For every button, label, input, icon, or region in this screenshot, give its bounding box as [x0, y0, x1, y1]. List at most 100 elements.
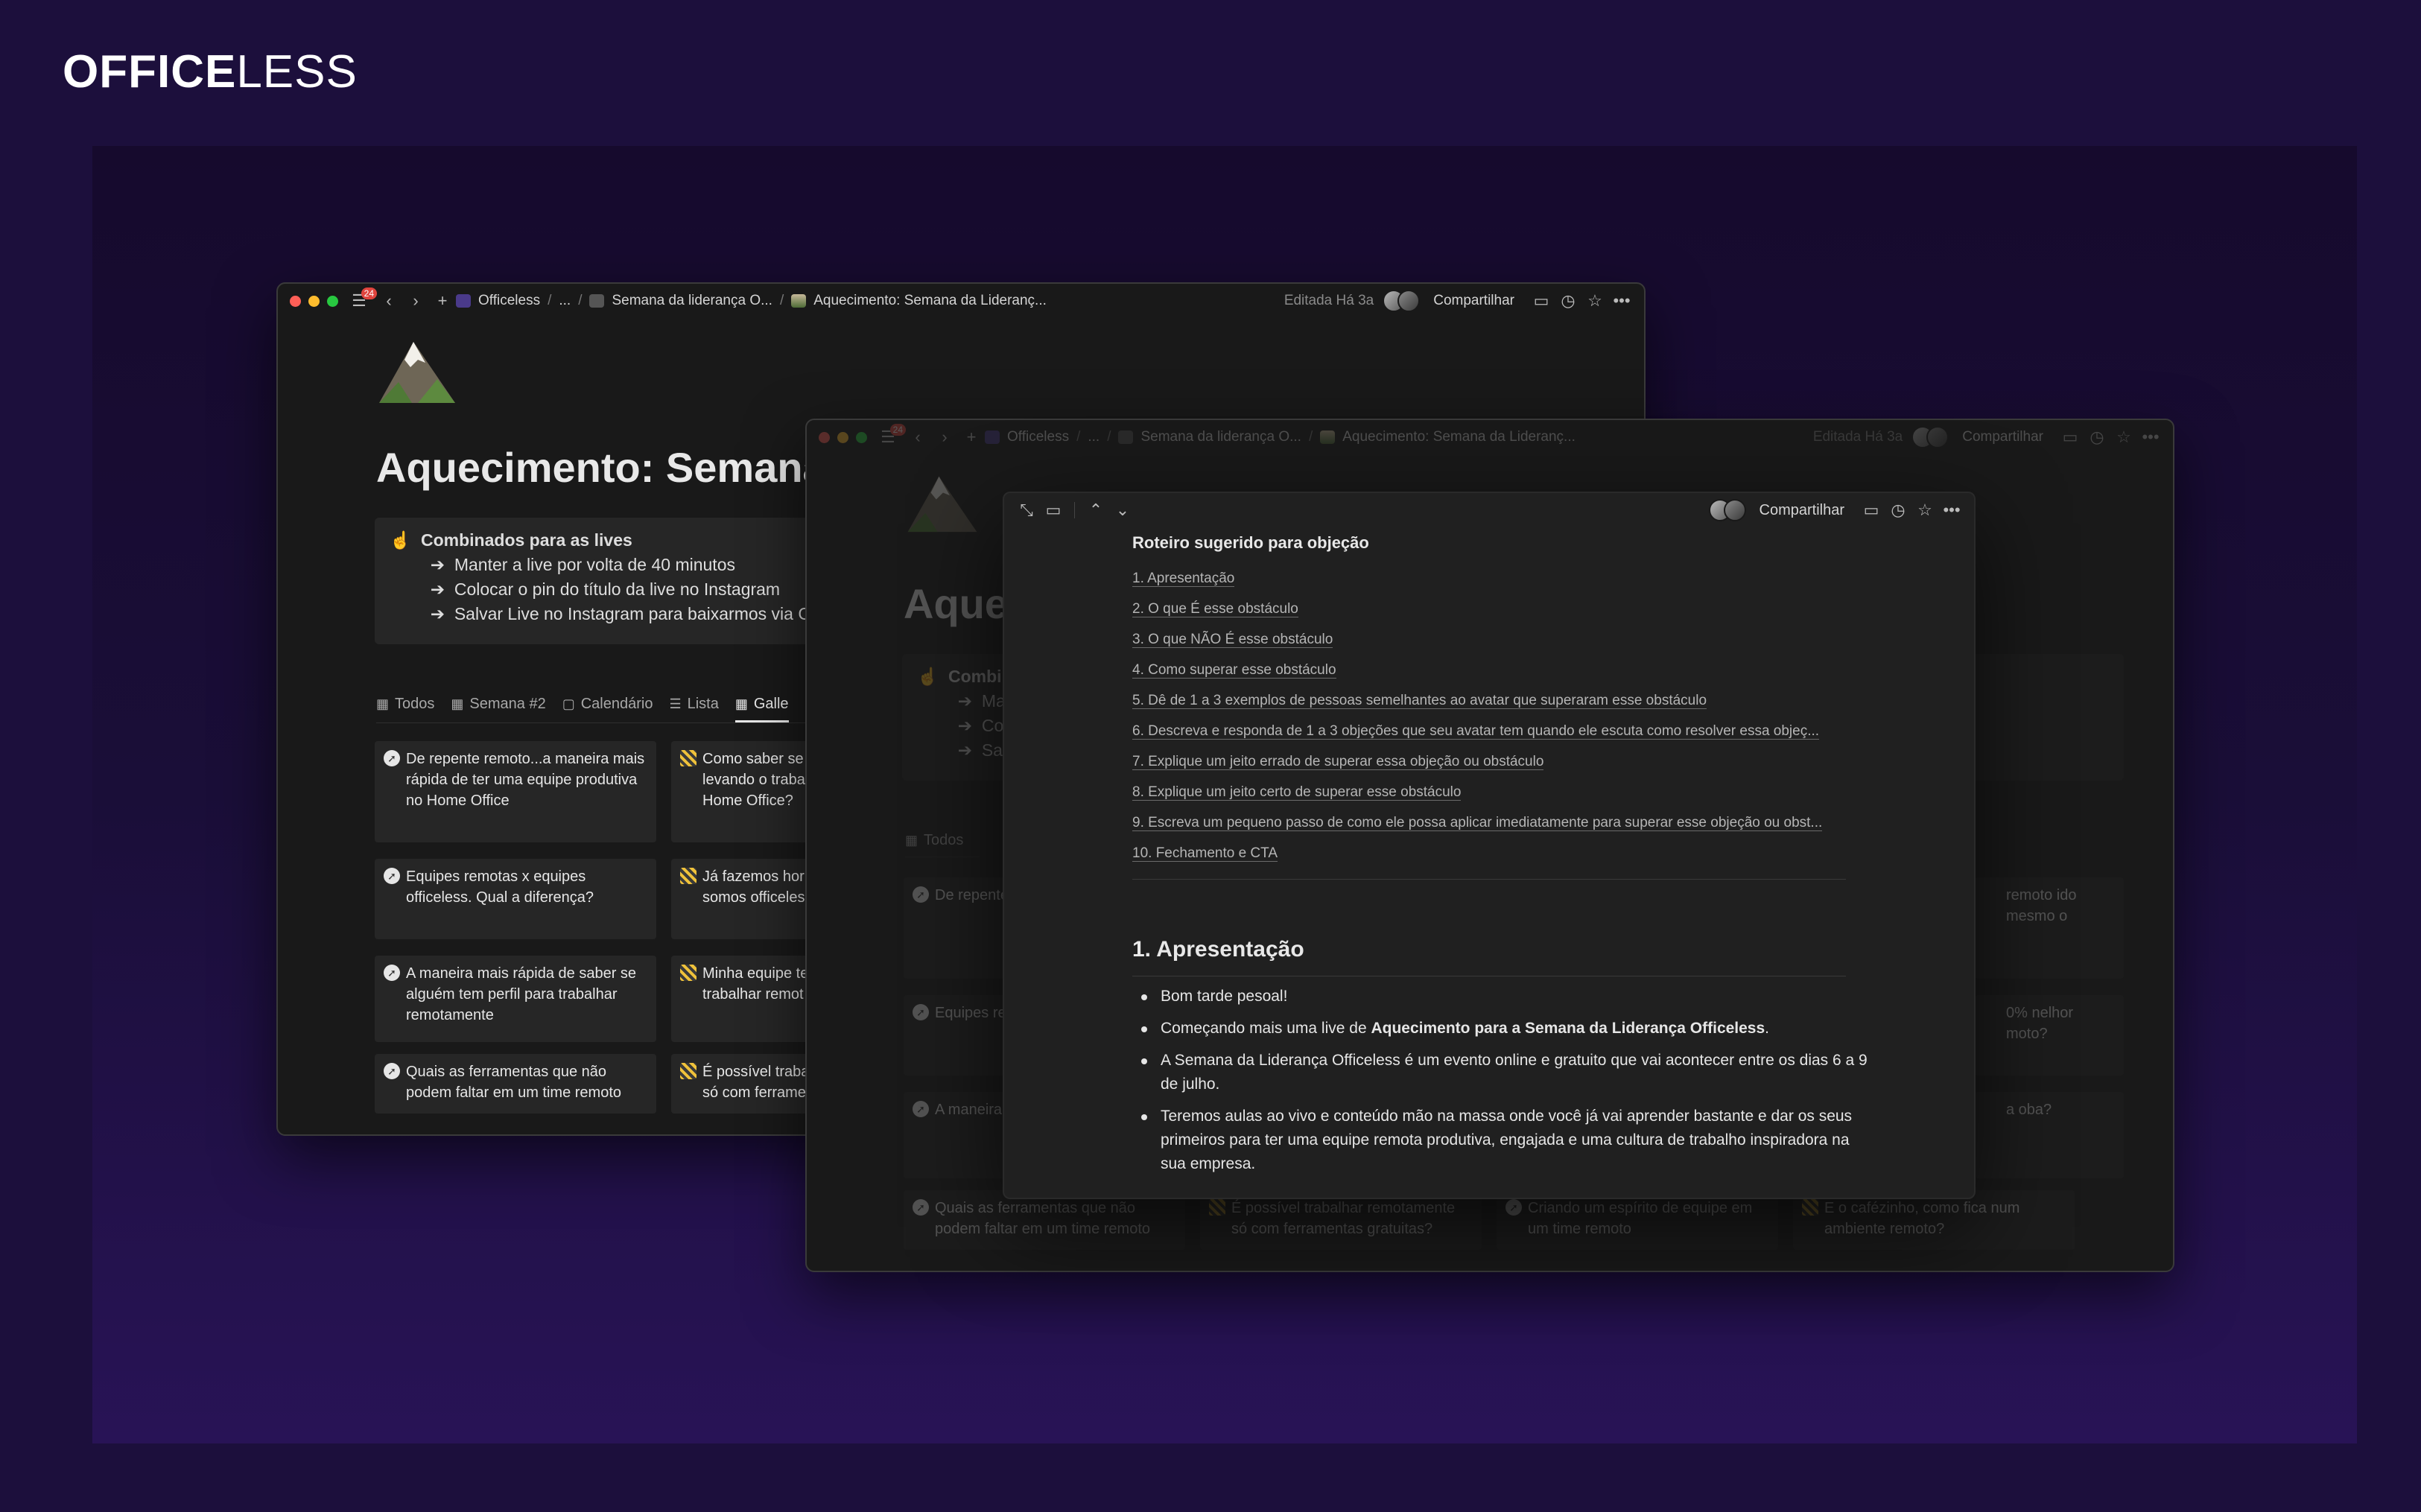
close-dot[interactable] [819, 431, 830, 443]
share-button[interactable]: Compartilhar [1962, 429, 2043, 445]
tab-calendario[interactable]: ▢ Calendário [562, 687, 653, 720]
edited-status: Editada Há 3a [1284, 293, 1374, 308]
tab-todos[interactable]: ▦ Todos [376, 687, 434, 720]
gallery-card[interactable]: Como saber se levando o traba Home Offic… [671, 741, 820, 842]
tab-todos[interactable]: ▦ Todos [905, 824, 963, 857]
toc-link[interactable]: 2. O que É esse obstáculo [1132, 594, 1846, 624]
favorite-star-icon[interactable]: ☆ [2113, 427, 2134, 448]
tab-lista[interactable]: ☰ Lista [669, 687, 718, 720]
history-clock-icon[interactable]: ◷ [1558, 290, 1578, 311]
gallery-card[interactable]: ➚ Criando um espírito de equipe em um tim… [1497, 1190, 1778, 1250]
breadcrumb-item[interactable]: ... [559, 293, 571, 309]
compass-icon: ➚ [913, 886, 929, 903]
gallery-card[interactable]: ➚ De repente remoto...a maneira mais rápi… [375, 741, 656, 842]
pointing-hand-icon: ☝ [917, 667, 939, 686]
history-clock-icon[interactable]: ◷ [1888, 500, 1908, 521]
construction-sign-icon [680, 868, 697, 884]
gallery-card[interactable]: 0% nelhor moto? [1975, 995, 2124, 1076]
more-options-icon[interactable]: ••• [2140, 427, 2161, 448]
compass-icon: ➚ [913, 1199, 929, 1216]
toc-link[interactable]: 4. Como superar esse obstáculo [1132, 655, 1846, 685]
tab-gallery[interactable]: ▦ Galle [734, 687, 789, 722]
favorite-star-icon[interactable]: ☆ [1914, 500, 1935, 521]
breadcrumb-item[interactable]: Semana da liderança O... [612, 293, 772, 309]
breadcrumb-item[interactable]: Aquecimento: Semana da Lideranç... [813, 293, 1047, 309]
page-title: Aque [904, 580, 1008, 627]
laptop-icon [589, 294, 605, 308]
more-options-icon[interactable]: ••• [1611, 290, 1632, 311]
breadcrumb-item[interactable]: Officeless [478, 293, 540, 309]
gallery-card[interactable]: É possível traba só com ferrame [671, 1054, 820, 1114]
callout-item: ➔ Salvar Live no Instagram para baixarmo… [421, 604, 836, 623]
breadcrumb-item[interactable]: Aquecimento: Semana da Lideranç... [1342, 429, 1576, 445]
gallery-card[interactable]: remoto ido mesmo o [1975, 877, 2124, 979]
toc-link[interactable]: 8. Explique um jeito certo de superar es… [1132, 777, 1846, 807]
comment-icon[interactable]: ▭ [1861, 500, 1882, 521]
zoom-dot[interactable] [856, 431, 867, 443]
gallery-card[interactable]: Minha equipe te trabalhar remot [671, 956, 820, 1042]
peek-mode-icon[interactable]: ▭ [1043, 500, 1064, 521]
gallery-card[interactable]: a oba? [1975, 1092, 2124, 1178]
new-page-plus-icon[interactable]: + [961, 427, 982, 448]
arrow-icon: ➔ [421, 604, 454, 623]
tab-semana-2[interactable]: ▦ Semana #2 [451, 687, 545, 720]
officeless-logo: OFFICELESS [63, 46, 358, 98]
favorite-star-icon[interactable]: ☆ [1584, 290, 1605, 311]
expand-icon[interactable]: ⤡ [1016, 500, 1037, 521]
mountain-icon [1320, 431, 1336, 444]
toc-link[interactable]: 3. O que NÃO É esse obstáculo [1132, 624, 1846, 655]
history-clock-icon[interactable]: ◷ [2087, 427, 2107, 448]
new-page-plus-icon[interactable]: + [432, 290, 453, 311]
more-options-icon[interactable]: ••• [1941, 500, 1962, 521]
callout-item: ➔ Manter a live por volta de 40 minutos [421, 555, 735, 574]
toc-link[interactable]: 5. Dê de 1 a 3 exemplos de pessoas semel… [1132, 685, 1846, 716]
list-item: A Semana da Liderança Officeless é um ev… [1141, 1049, 1876, 1096]
toc-title: Roteiro sugerido para objeção [1132, 533, 1369, 552]
gallery-card[interactable]: É possível trabalhar remotamente só com … [1200, 1190, 1482, 1250]
mountain-icon [379, 342, 455, 403]
gallery-card[interactable]: Já fazemos hor somos officeles [671, 859, 820, 939]
toc-link[interactable]: 1. Apresentação [1132, 563, 1846, 594]
compass-icon: ➚ [384, 750, 400, 766]
share-button[interactable]: Compartilhar [1433, 293, 1514, 309]
mountain-icon [907, 476, 977, 533]
breadcrumb-item[interactable]: Officeless [1007, 429, 1069, 445]
table-of-contents: 1. Apresentação 2. O que É esse obstácul… [1132, 563, 1846, 868]
comment-icon[interactable]: ▭ [2060, 427, 2081, 448]
construction-sign-icon [680, 1063, 697, 1079]
forward-arrow-icon[interactable]: › [405, 290, 426, 311]
bullet-list: Bom tarde pesoal! Começando mais uma liv… [1132, 985, 1876, 1184]
gallery-card[interactable]: ➚ Quais as ferramentas que não podem falt… [375, 1054, 656, 1114]
share-button[interactable]: Compartilhar [1760, 502, 1844, 519]
notification-badge: 24 [889, 424, 906, 436]
minimize-dot[interactable] [308, 295, 320, 307]
gallery-card[interactable]: ➚ A maneira mais rápida de saber se algué… [375, 956, 656, 1042]
comment-icon[interactable]: ▭ [1531, 290, 1552, 311]
back-arrow-icon[interactable]: ‹ [378, 290, 399, 311]
toc-link[interactable]: 7. Explique um jeito errado de superar e… [1132, 746, 1846, 777]
gallery-card[interactable]: E o cafézinho, como fica num ambiente re… [1793, 1190, 2075, 1250]
zoom-dot[interactable] [327, 295, 338, 307]
gallery-icon: ▦ [734, 696, 748, 711]
gallery-card[interactable]: ➚ Quais as ferramentas que não podem falt… [904, 1190, 1185, 1250]
back-arrow-icon[interactable]: ‹ [907, 427, 928, 448]
toc-link[interactable]: 6. Descreva e responda de 1 a 3 objeções… [1132, 716, 1846, 746]
chevron-down-icon[interactable]: ⌄ [1112, 500, 1133, 521]
forward-arrow-icon[interactable]: › [934, 427, 955, 448]
minimize-dot[interactable] [837, 431, 848, 443]
table-icon: ▦ [451, 696, 464, 711]
toc-link[interactable]: 9. Escreva um pequeno passo de como ele … [1132, 807, 1846, 838]
breadcrumb-item[interactable]: ... [1088, 429, 1100, 445]
construction-sign-icon [1209, 1199, 1225, 1216]
sidebar-menu-icon[interactable]: ☰ 24 [878, 424, 906, 448]
gallery-card[interactable]: ➚ Equipes remotas x equipes officeless. Q… [375, 859, 656, 939]
notification-badge: 24 [361, 288, 377, 299]
chevron-up-icon[interactable]: ⌃ [1085, 500, 1106, 521]
sidebar-menu-icon[interactable]: ☰ 24 [349, 288, 377, 311]
edited-status: Editada Há 3a [1812, 429, 1903, 445]
callout-heading: Combin [948, 667, 1012, 686]
toc-link[interactable]: 10. Fechamento e CTA [1132, 838, 1846, 868]
close-dot[interactable] [290, 295, 301, 307]
breadcrumb-item[interactable]: Semana da liderança O... [1140, 429, 1301, 445]
compass-icon: ➚ [384, 868, 400, 884]
